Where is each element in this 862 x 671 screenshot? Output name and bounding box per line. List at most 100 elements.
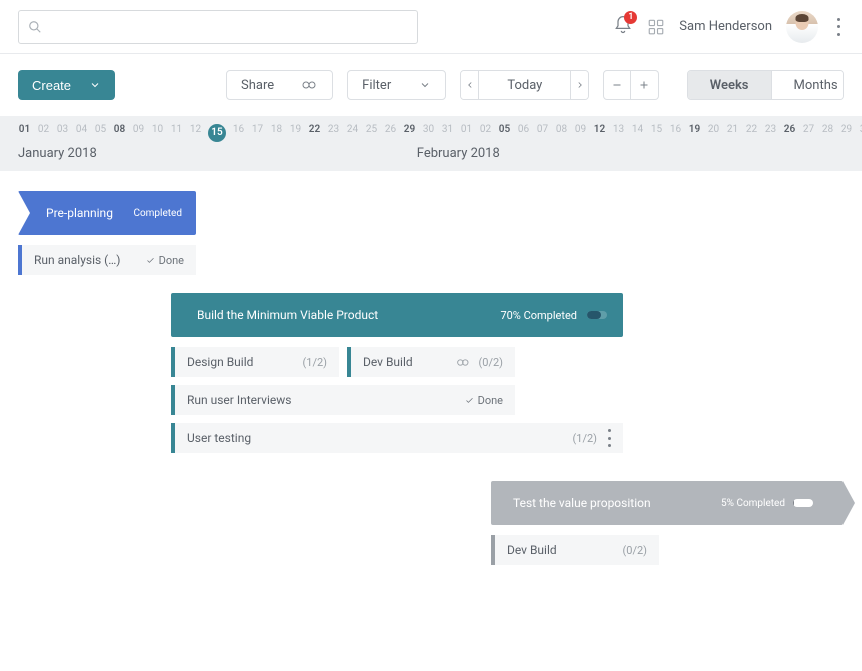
task-title: Dev Build bbox=[507, 543, 557, 557]
task-title: User testing bbox=[187, 431, 251, 445]
phase-title: Pre-planning bbox=[46, 206, 113, 220]
filter-button[interactable]: Filter bbox=[347, 70, 446, 100]
task-title: Design Build bbox=[187, 355, 253, 369]
notifications-button[interactable]: 1 bbox=[613, 15, 633, 39]
task-title: Dev Build bbox=[363, 355, 413, 369]
avatar[interactable] bbox=[786, 11, 818, 43]
day-cell: 13 bbox=[612, 124, 625, 142]
day-cell: 02 bbox=[479, 124, 492, 142]
phase-title: Test the value proposition bbox=[513, 496, 651, 510]
day-cell: 19 bbox=[289, 124, 302, 142]
day-cell: 12 bbox=[593, 124, 606, 142]
plus-icon bbox=[638, 79, 650, 91]
timeline-header: 01 02 03 04 05 08 09 10 11 12 15 16 17 18 19 22 23 24 25 26… bbox=[0, 116, 862, 171]
minus-icon bbox=[611, 79, 623, 91]
day-cell: 01 bbox=[460, 124, 473, 142]
day-cell: 26 bbox=[783, 124, 796, 142]
task-title: Run analysis (…) bbox=[34, 253, 120, 267]
task-design-build[interactable]: Design Build (1/2) bbox=[171, 347, 339, 377]
day-cell: 15 bbox=[208, 124, 226, 142]
day-cell: 26 bbox=[384, 124, 397, 142]
day-cell: 16 bbox=[232, 124, 245, 142]
gantt-area: Pre-planning Completed Run analysis (…) … bbox=[0, 171, 862, 671]
day-cell: 27 bbox=[802, 124, 815, 142]
phase-preplanning[interactable]: Pre-planning Completed bbox=[18, 191, 196, 235]
day-cell: 17 bbox=[251, 124, 264, 142]
notification-badge: 1 bbox=[624, 11, 637, 24]
phase-mvp[interactable]: Build the Minimum Viable Product 70% Com… bbox=[171, 293, 623, 337]
kebab-icon bbox=[607, 429, 611, 447]
create-button[interactable]: Create bbox=[18, 70, 115, 100]
day-cell: 06 bbox=[517, 124, 530, 142]
day-cell: 09 bbox=[574, 124, 587, 142]
kebab-icon bbox=[836, 18, 840, 36]
day-cell: 24 bbox=[346, 124, 359, 142]
day-cell: 18 bbox=[270, 124, 283, 142]
search-input[interactable] bbox=[18, 10, 418, 44]
task-run-analysis[interactable]: Run analysis (…) Done bbox=[18, 245, 196, 275]
share-label: Share bbox=[241, 78, 274, 93]
day-cell: 25 bbox=[365, 124, 378, 142]
month-label-2: February 2018 bbox=[417, 146, 500, 161]
phase-progress-label: 5% Completed bbox=[721, 498, 785, 509]
day-cell: 19 bbox=[688, 124, 701, 142]
day-cell: 29 bbox=[403, 124, 416, 142]
day-cell: 03 bbox=[56, 124, 69, 142]
day-cell: 05 bbox=[498, 124, 511, 142]
zoom-out-button[interactable] bbox=[603, 70, 631, 100]
day-cell: 28 bbox=[821, 124, 834, 142]
next-button[interactable] bbox=[570, 71, 587, 99]
link-icon bbox=[302, 80, 318, 90]
toolbar: Create Share Filter Today Weeks Months bbox=[0, 54, 862, 116]
day-cell: 11 bbox=[170, 124, 183, 142]
task-count: (1/2) bbox=[573, 432, 598, 445]
task-count: (1/2) bbox=[303, 356, 328, 369]
range-months[interactable]: Months bbox=[771, 71, 845, 99]
task-more-button[interactable] bbox=[607, 429, 611, 447]
chevron-left-icon bbox=[465, 80, 475, 90]
task-user-interviews[interactable]: Run user Interviews Done bbox=[171, 385, 515, 415]
day-cell: 10 bbox=[151, 124, 164, 142]
range-toggle: Weeks Months bbox=[687, 70, 844, 100]
filter-label: Filter bbox=[362, 78, 391, 93]
day-cell: 07 bbox=[536, 124, 549, 142]
day-cell: 04 bbox=[75, 124, 88, 142]
task-done-badge: Done bbox=[465, 394, 503, 407]
day-cell: 16 bbox=[669, 124, 682, 142]
chevron-down-icon bbox=[89, 79, 101, 91]
search-icon bbox=[28, 20, 42, 34]
task-count: (0/2) bbox=[623, 544, 648, 557]
range-weeks[interactable]: Weeks bbox=[688, 71, 771, 99]
day-cell: 14 bbox=[631, 124, 644, 142]
day-cell: 12 bbox=[189, 124, 202, 142]
check-icon bbox=[146, 256, 155, 265]
task-done-badge: Done bbox=[146, 254, 184, 267]
phase-progress-bar bbox=[587, 311, 607, 319]
day-cell: 20 bbox=[707, 124, 720, 142]
day-cell: 23 bbox=[327, 124, 340, 142]
header-more-button[interactable] bbox=[832, 18, 844, 36]
today-button[interactable]: Today bbox=[478, 71, 570, 99]
day-cell: 09 bbox=[132, 124, 145, 142]
task-dev-build-1[interactable]: Dev Build (0/2) bbox=[347, 347, 515, 377]
day-cell: 08 bbox=[555, 124, 568, 142]
share-button[interactable]: Share bbox=[226, 70, 333, 100]
zoom-in-button[interactable] bbox=[631, 70, 659, 100]
task-count: (0/2) bbox=[479, 356, 504, 369]
task-dev-build-2[interactable]: Dev Build (0/2) bbox=[491, 535, 659, 565]
day-cell: 15 bbox=[650, 124, 663, 142]
day-cell: 02 bbox=[37, 124, 50, 142]
chevron-right-icon bbox=[575, 80, 585, 90]
prev-button[interactable] bbox=[461, 71, 478, 99]
day-cell: 08 bbox=[113, 124, 126, 142]
create-button-label: Create bbox=[32, 78, 71, 93]
phase-status: Completed bbox=[133, 208, 182, 219]
phase-progress-label: 70% Completed bbox=[500, 309, 577, 322]
task-user-testing[interactable]: User testing (1/2) bbox=[171, 423, 623, 453]
day-cell: 31 bbox=[441, 124, 454, 142]
day-cell: 22 bbox=[308, 124, 321, 142]
day-cell: 29 bbox=[840, 124, 853, 142]
phase-value-proposition[interactable]: Test the value proposition 5% Completed bbox=[491, 481, 843, 525]
task-title: Run user Interviews bbox=[187, 393, 291, 407]
apps-icon[interactable] bbox=[647, 18, 665, 36]
